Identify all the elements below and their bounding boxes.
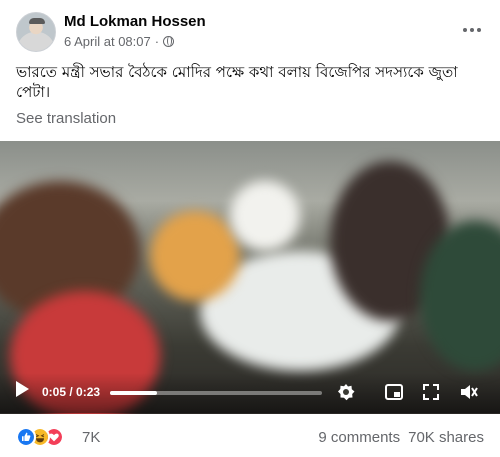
video-progress-bar[interactable] (110, 391, 322, 395)
post-header: Md Lokman Hossen 6 April at 08:07 · (16, 12, 484, 52)
volume-icon[interactable] (458, 382, 478, 402)
picture-in-picture-icon[interactable] (384, 382, 404, 402)
fullscreen-icon[interactable] (421, 382, 441, 402)
author-name[interactable]: Md Lokman Hossen (64, 13, 206, 30)
globe-icon[interactable] (163, 36, 175, 47)
facebook-post: Md Lokman Hossen 6 April at 08:07 · ভারত… (0, 0, 500, 457)
post-footer: 7K 9 comments 70K shares (16, 425, 484, 449)
video-frame-figure (150, 211, 240, 301)
play-icon[interactable] (14, 380, 30, 398)
reactions-summary[interactable] (16, 427, 74, 447)
post-text: ভারতে মন্ত্রী সভার বৈঠকে মোদির পক্ষে কথা… (16, 63, 458, 101)
author-avatar[interactable] (16, 12, 56, 52)
more-options-icon[interactable] (460, 18, 484, 42)
shares-count[interactable]: 70K shares (408, 429, 484, 446)
video-frame-figure (230, 181, 300, 251)
video-progress-fill (110, 391, 157, 395)
engagement-stats: 9 comments 70K shares (318, 429, 484, 446)
video-time: 0:05 / 0:23 (42, 385, 101, 399)
comments-count[interactable]: 9 comments (318, 429, 400, 446)
reactions-count[interactable]: 7K (82, 429, 100, 446)
see-translation-link[interactable]: See translation (16, 110, 116, 127)
settings-icon[interactable] (336, 382, 356, 402)
post-date[interactable]: 6 April at 08:07 (64, 34, 151, 49)
like-reaction-icon (16, 427, 36, 447)
post-meta: 6 April at 08:07 · (64, 34, 175, 49)
meta-separator: · (154, 34, 160, 49)
